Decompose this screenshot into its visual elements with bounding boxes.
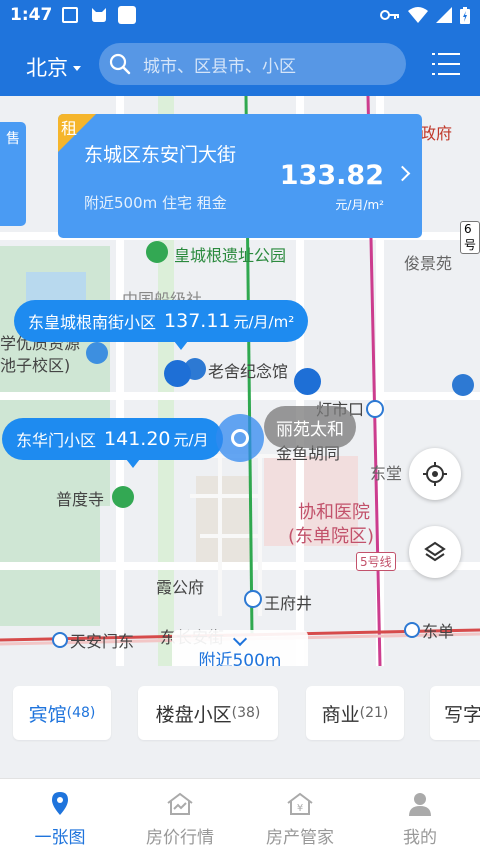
chevron-down-icon: [232, 631, 248, 647]
chip-label: 商业: [321, 703, 360, 726]
nearby-label: 附近500m: [198, 651, 282, 666]
map-label-xiehe-sub: (东单院区): [288, 526, 375, 547]
bubble-price: 141.20: [104, 428, 171, 450]
nav-label: 房产管家: [266, 828, 334, 848]
search-input[interactable]: 城市、区县市、小区: [99, 43, 406, 85]
museum-icon-right: [452, 374, 474, 396]
road-badge-6: 6号: [460, 221, 480, 254]
search-placeholder: 城市、区县市、小区: [143, 56, 296, 77]
card-price: 133.82: [279, 160, 384, 191]
map-label-dongtang: 东堂: [370, 464, 403, 483]
side-tag-label: 售: [6, 131, 20, 147]
notification-a-icon: [62, 7, 78, 23]
category-chip-hotel[interactable]: 宾馆 (48): [13, 686, 111, 740]
current-location-pin[interactable]: [216, 414, 264, 462]
map-pin-icon: [52, 792, 68, 815]
map-label-xiagong: 霞公府: [156, 578, 205, 597]
location-pin-icon: [86, 342, 108, 364]
map-view[interactable]: 售 政府 俊景苑 6号 皇城根遗址公园 中国船级社 学优质资源 池子校区) 老舍…: [0, 96, 480, 666]
status-bar: 1:47: [0, 0, 480, 32]
chevron-right-icon: [394, 165, 411, 182]
map-label-wangfujing: 王府井: [264, 594, 313, 613]
map-label-dongdan: 东单: [422, 622, 455, 641]
nearby-range-toggle[interactable]: 附近500m: [172, 630, 308, 666]
sale-side-tab[interactable]: 售: [0, 122, 26, 226]
status-icons: [380, 6, 470, 24]
community-bubble[interactable]: 东华门小区 141.20 元/月: [2, 418, 223, 468]
city-label: 北京: [26, 56, 68, 80]
battery-icon: [460, 6, 470, 24]
nav-label: 房价行情: [146, 828, 214, 848]
nav-map[interactable]: 一张图: [0, 779, 120, 852]
chip-count: (48): [66, 705, 96, 721]
nav-label: 一张图: [34, 828, 86, 848]
nav-property-manager[interactable]: ¥ 房产管家: [240, 779, 360, 852]
metro-line5-badge: 5号线: [356, 552, 396, 571]
user-profile-icon: [409, 793, 431, 816]
map-marker-dot[interactable]: [164, 360, 191, 387]
dongdan-station-icon: [404, 622, 420, 638]
metro-station-icon: [366, 400, 384, 418]
bottom-nav: 一张图 房价行情 ¥ 房产管家 我的: [0, 778, 480, 852]
rent-price-card[interactable]: 租 东城区东安门大街 133.82 附近500m 住宅 租金 元/月/m²: [58, 114, 422, 238]
chip-count: (38): [231, 705, 261, 721]
map-label-laoshe: 老舍纪念馆: [208, 362, 289, 381]
wifi-icon: [408, 7, 428, 23]
wangfujing-station-icon: [244, 590, 262, 608]
map-label-xiehe: 协和医院: [298, 502, 370, 523]
nav-profile[interactable]: 我的: [360, 779, 480, 852]
list-menu-icon[interactable]: [432, 50, 462, 78]
rent-tag-label: 租: [61, 119, 78, 138]
chip-label: 写字: [444, 703, 480, 726]
map-label-park: 皇城根遗址公园: [174, 246, 287, 265]
top-header: 1:47 北京 城市、区县市、小区: [0, 0, 480, 96]
category-bar: 宾馆 (48) 楼盘小区 (38) 商业 (21) 写字: [0, 666, 480, 778]
layers-icon: [424, 541, 446, 562]
map-layers-button[interactable]: [409, 526, 461, 578]
category-chip-commercial[interactable]: 商业 (21): [306, 686, 404, 740]
nav-label: 我的: [403, 828, 437, 848]
map-label-tiananmen: 天安门东: [70, 632, 135, 651]
chip-label: 宾馆: [28, 703, 67, 726]
map-marker-dot[interactable]: [294, 368, 321, 395]
notification-square-icon: [118, 6, 136, 24]
map-label-putidu: 普度寺: [56, 490, 105, 509]
community-bubble[interactable]: 东皇城根南街小区 137.11 元/月/m²: [14, 300, 309, 350]
bubble-price: 137.11: [164, 310, 231, 332]
map-label-chizi: 池子校区): [0, 356, 71, 375]
chip-label: 楼盘小区: [155, 703, 232, 726]
search-icon: [109, 53, 131, 75]
card-subtitle: 附近500m 住宅 租金: [84, 194, 227, 212]
card-title: 东城区东安门大街: [84, 144, 237, 166]
card-unit: 元/月/m²: [335, 198, 384, 212]
tiananmen-station-icon: [52, 632, 68, 648]
nav-price-trend[interactable]: 房价行情: [120, 779, 240, 852]
category-chip-office[interactable]: 写字: [430, 686, 480, 740]
price-trend-house-icon: [167, 792, 193, 815]
cat-notification-icon: [90, 7, 106, 23]
signal-icon: [436, 7, 452, 23]
bubble-unit: 元/月: [173, 430, 209, 449]
key-icon: [380, 10, 399, 20]
bubble-name: 东皇城根南街小区: [28, 313, 157, 332]
park-icon: [146, 241, 168, 263]
caret-down-icon: [73, 65, 81, 71]
chip-count: (21): [359, 705, 389, 721]
svg-text:¥: ¥: [297, 803, 303, 814]
map-label-gov: 政府: [420, 124, 453, 143]
status-time: 1:47: [10, 5, 53, 25]
temple-icon: [112, 486, 134, 508]
city-selector[interactable]: 北京: [26, 52, 81, 82]
bubble-unit: 元/月/m²: [233, 312, 295, 331]
locate-button[interactable]: [409, 448, 461, 500]
community-gray-bubble[interactable]: 丽苑太和: [264, 406, 356, 448]
bubble-name: 东华门小区: [16, 431, 97, 450]
category-chip-community[interactable]: 楼盘小区 (38): [138, 686, 278, 740]
crosshair-icon: [423, 462, 447, 486]
property-manager-house-icon: ¥: [287, 792, 313, 815]
map-label-junjing: 俊景苑: [404, 254, 453, 273]
